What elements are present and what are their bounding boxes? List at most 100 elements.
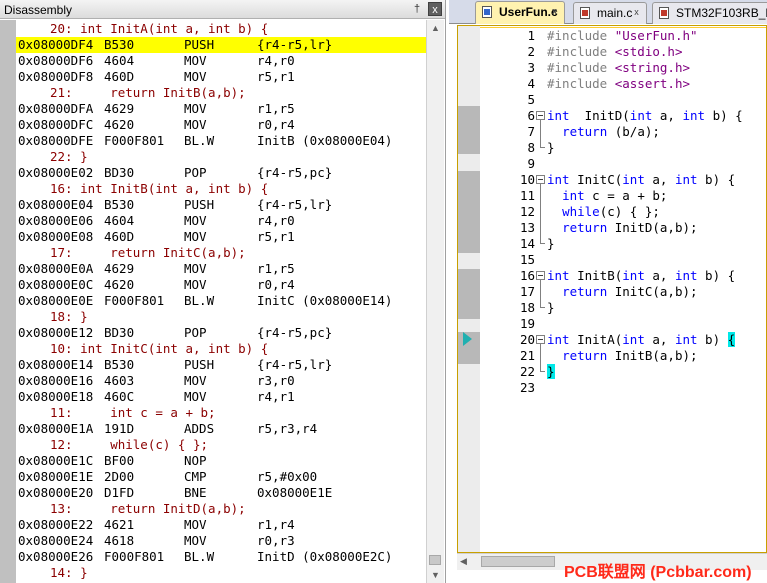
line-number: 11 [519,188,535,203]
source-line[interactable]: 10: int InitC(int a, int b) { [16,341,426,357]
cell-mn: MOV [184,389,207,404]
fold-toggle-icon[interactable] [536,335,545,344]
scroll-thumb[interactable] [481,556,555,567]
source-line[interactable]: 11: int c = a + b; [16,405,426,421]
code-line[interactable]: } [536,140,767,156]
code-line[interactable]: int InitA(int a, int b) { [536,332,767,348]
token: int [547,268,570,283]
source-line[interactable]: 17: return InitC(a,b); [16,245,426,261]
instruction-row[interactable]: 0x08000E20 D1FD BNE 0x08000E1E [16,485,426,501]
code-line[interactable]: int InitB(int a, int b) { [536,268,767,284]
instruction-row[interactable]: 0x08000E14 B530 PUSH {r4-r5,lr} [16,357,426,373]
source-line[interactable]: 20: int InitA(int a, int b) { [16,21,426,37]
code-line[interactable]: int c = a + b; [536,188,767,204]
source-line[interactable]: 16: int InitB(int a, int b) { [16,181,426,197]
fold-toggle-icon[interactable] [536,271,545,280]
instruction-row[interactable]: 0x08000E1A 191D ADDS r5,r3,r4 [16,421,426,437]
instruction-row[interactable]: 0x08000E12 BD30 POP {r4-r5,pc} [16,325,426,341]
code-line[interactable]: #include "UserFun.h" [536,28,767,44]
instruction-row[interactable]: 0x08000E18 460C MOV r4,r1 [16,389,426,405]
tab-userfun-c[interactable]: UserFun.c x [475,1,565,24]
instruction-row[interactable]: 0x08000E06 4604 MOV r4,r0 [16,213,426,229]
fold-toggle-icon[interactable] [536,175,545,184]
code-text: } [547,364,555,380]
fold-line [540,188,541,204]
code-editor[interactable]: 1 2 3 4 5 6 7 8 9 10 11 12 13 14 15 16 17 18 19 20 21 22 23 #i… [457,25,767,553]
tab-close-icon[interactable]: x [549,6,560,17]
code-line[interactable]: return InitC(a,b); [536,284,767,300]
close-icon[interactable]: x [428,2,442,16]
pin-icon[interactable]: † [410,2,424,16]
code-line[interactable]: return InitD(a,b); [536,220,767,236]
tab-close-icon[interactable]: x [631,7,642,18]
source-line[interactable]: 18: } [16,309,426,325]
scroll-left-icon[interactable]: ◀ [460,554,467,569]
instruction-row[interactable]: 0x08000E1E 2D00 CMP r5,#0x00 [16,469,426,485]
token: } [547,140,555,155]
instruction-row[interactable]: 0x08000E02 BD30 POP {r4-r5,pc} [16,165,426,181]
code-line[interactable]: return (b/a); [536,124,767,140]
scroll-down-icon[interactable]: ▼ [427,567,444,583]
current-pc-arrow-icon [463,332,472,346]
code-line[interactable]: } [536,364,767,380]
instruction-row[interactable]: 0x08000E08 460D MOV r5,r1 [16,229,426,245]
cell-addr: 0x08000E22 [18,517,94,532]
code-line[interactable] [536,92,767,108]
instruction-row[interactable]: 0x08000DFC 4620 MOV r0,r4 [16,117,426,133]
token: while [562,204,600,219]
source-line[interactable]: 22: } [16,149,426,165]
instruction-row[interactable]: 0x08000E22 4621 MOV r1,r4 [16,517,426,533]
instruction-row[interactable]: 0x08000E0E F000F801 BL.W InitC (0x08000E14) [16,293,426,309]
code-line[interactable] [536,380,767,396]
code-line[interactable]: return InitB(a,b); [536,348,767,364]
scroll-up-icon[interactable]: ▲ [427,20,444,36]
cell-hex: D1FD [104,485,135,500]
source-line[interactable]: 13: return InitD(a,b); [16,501,426,517]
code-line[interactable]: int InitD(int a, int b) { [536,108,767,124]
source-line[interactable]: 21: return InitB(a,b); [16,85,426,101]
code-line[interactable]: #include <stdio.h> [536,44,767,60]
cell-op: r0,r4 [257,277,295,292]
token: return [562,284,608,299]
cell-addr: 0x08000E06 [18,213,94,228]
fold-toggle-icon[interactable] [536,111,545,120]
code-line[interactable]: } [536,236,767,252]
token: return [562,348,608,363]
fold-line [540,348,541,364]
token: } [547,300,555,315]
cell-op: r0,r3 [257,533,295,548]
instruction-row[interactable]: 0x08000DF4 B530 PUSH {r4-r5,lr} [16,37,426,53]
instruction-row[interactable]: 0x08000E1C BF00 NOP [16,453,426,469]
code-line[interactable]: #include <string.h> [536,60,767,76]
instruction-row[interactable]: 0x08000E0C 4620 MOV r0,r4 [16,277,426,293]
instruction-row[interactable]: 0x08000E04 B530 PUSH {r4-r5,lr} [16,197,426,213]
cell-hex: B530 [104,37,135,52]
disassembly-vertical-scrollbar[interactable]: ▲ ▼ [426,20,444,583]
code-line[interactable]: } [536,300,767,316]
code-line[interactable] [536,252,767,268]
fold-line [540,204,541,220]
instruction-row[interactable]: 0x08000E0A 4629 MOV r1,r5 [16,261,426,277]
source-line[interactable]: 12: while(c) { }; [16,437,426,453]
tab-main-c[interactable]: main.c x [573,2,647,24]
instruction-row[interactable]: 0x08000DF8 460D MOV r5,r1 [16,69,426,85]
source-line[interactable]: 14: } [16,565,426,581]
instruction-row[interactable]: 0x08000E24 4618 MOV r0,r3 [16,533,426,549]
cell-op: r5,r1 [257,229,295,244]
tab-stm32f103rb-nucleo[interactable]: STM32F103RB_Nu [652,2,767,24]
token: return [562,124,608,139]
source-code[interactable]: #include "UserFun.h" #include <stdio.h> #i… [536,28,767,396]
code-line[interactable]: int InitC(int a, int b) { [536,172,767,188]
code-line[interactable] [536,156,767,172]
instruction-row[interactable]: 0x08000E26 F000F801 BL.W InitD (0x08000E2C) [16,549,426,565]
instruction-row[interactable]: 0x08000DFE F000F801 BL.W InitB (0x08000E04) [16,133,426,149]
code-line[interactable] [536,316,767,332]
scroll-thumb[interactable] [429,555,441,565]
code-line[interactable]: #include <assert.h> [536,76,767,92]
instruction-row[interactable]: 0x08000E16 4603 MOV r3,r0 [16,373,426,389]
instruction-row[interactable]: 0x08000DF6 4604 MOV r4,r0 [16,53,426,69]
cell-hex: F000F801 [104,549,165,564]
cell-op: r4,r0 [257,213,295,228]
code-line[interactable]: while(c) { }; [536,204,767,220]
instruction-row[interactable]: 0x08000DFA 4629 MOV r1,r5 [16,101,426,117]
